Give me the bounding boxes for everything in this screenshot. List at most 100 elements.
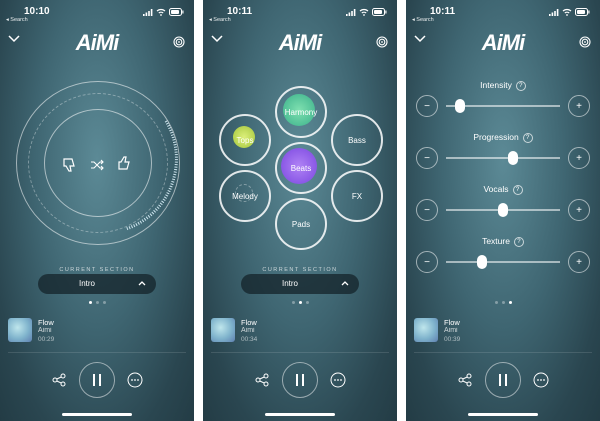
decrease-button[interactable]: −: [416, 147, 438, 169]
aimi-logo: AiMi: [75, 30, 119, 55]
page-dot[interactable]: [305, 301, 309, 304]
layer-label: Pads: [291, 219, 311, 229]
wifi-icon: [156, 8, 166, 16]
track-elapsed: 00:39: [444, 336, 461, 343]
section-selector[interactable]: Intro: [38, 274, 156, 294]
chevron-up-icon: [341, 281, 349, 286]
home-indicator: [62, 413, 132, 416]
help-icon[interactable]: ?: [522, 133, 533, 143]
status-bar: 10:10 ◂ Search: [0, 4, 194, 24]
increase-button[interactable]: +: [568, 199, 590, 221]
pause-button[interactable]: [282, 362, 318, 398]
section-selector[interactable]: Intro: [241, 274, 359, 294]
page-dot[interactable]: [298, 301, 302, 304]
more-icon[interactable]: [127, 372, 143, 388]
layer-label: Tops: [236, 135, 254, 145]
shuffle-icon[interactable]: [90, 159, 104, 171]
layer-node-fx[interactable]: FX: [331, 170, 383, 222]
thumbs-up-icon[interactable]: [116, 155, 132, 171]
help-icon[interactable]: ?: [513, 237, 524, 247]
status-time: 10:10: [24, 6, 50, 17]
page-dots: [406, 301, 600, 304]
help-icon[interactable]: ?: [512, 185, 523, 195]
page-dot[interactable]: [88, 301, 92, 304]
slider-thumb[interactable]: [477, 255, 488, 269]
slider-track[interactable]: [446, 157, 560, 159]
page-dot[interactable]: [291, 301, 295, 304]
album-art: [211, 318, 235, 342]
slider-thumb[interactable]: [454, 99, 465, 113]
layer-node-beats[interactable]: Beats: [275, 142, 327, 194]
layer-node-melody[interactable]: Melody: [219, 170, 271, 222]
slider-thumb[interactable]: [508, 151, 519, 165]
back-to-search-link[interactable]: ◂ Search: [209, 17, 231, 23]
decrease-button[interactable]: −: [416, 95, 438, 117]
decrease-button[interactable]: −: [416, 199, 438, 221]
divider: [211, 352, 389, 353]
control-label: Texture?: [406, 236, 600, 247]
control-row-vocals: Vocals? − +: [406, 184, 600, 224]
signal-icon: [346, 8, 356, 16]
pause-button[interactable]: [79, 362, 115, 398]
thumbs-down-icon[interactable]: [61, 157, 77, 173]
control-label: Intensity?: [406, 80, 600, 91]
layer-node-harmony[interactable]: Harmony: [275, 86, 327, 138]
control-label: Vocals?: [406, 184, 600, 195]
page-dot[interactable]: [508, 301, 512, 304]
page-dot[interactable]: [494, 301, 498, 304]
back-to-search-link[interactable]: ◂ Search: [412, 17, 434, 23]
increase-button[interactable]: +: [568, 251, 590, 273]
section-value: Intro: [281, 279, 298, 288]
track-artist: Aimi: [241, 327, 255, 334]
share-icon[interactable]: [255, 373, 269, 387]
aimi-logo: AiMi: [481, 30, 525, 55]
layer-node-bass[interactable]: Bass: [331, 114, 383, 166]
pause-button[interactable]: [485, 362, 521, 398]
broadcast-icon[interactable]: [579, 36, 591, 48]
signal-icon: [549, 8, 559, 16]
phone-screen-controls: 10:11 ◂ Search AiMi Intensity? − + Progress…: [406, 0, 600, 421]
page-dots: [0, 301, 194, 304]
broadcast-icon[interactable]: [376, 36, 388, 48]
share-icon[interactable]: [52, 373, 66, 387]
album-art: [8, 318, 32, 342]
decrease-button[interactable]: −: [416, 251, 438, 273]
more-icon[interactable]: [533, 372, 549, 388]
phone-screen-layers: 10:11 ◂ Search AiMi Harmony Tops Bass Be…: [203, 0, 397, 421]
slider-track[interactable]: [446, 261, 560, 263]
layer-node-pads[interactable]: Pads: [275, 198, 327, 250]
increase-button[interactable]: +: [568, 147, 590, 169]
broadcast-icon[interactable]: [173, 36, 185, 48]
battery-icon: [575, 8, 590, 16]
signal-icon: [143, 8, 153, 16]
page-dot[interactable]: [501, 301, 505, 304]
increase-button[interactable]: +: [568, 95, 590, 117]
pause-icon: [296, 374, 304, 386]
status-icons: [143, 8, 184, 16]
slider-thumb[interactable]: [498, 203, 508, 217]
layer-label: Bass: [348, 135, 366, 145]
track-title: Flow: [38, 318, 54, 327]
divider: [8, 352, 186, 353]
page-dot[interactable]: [102, 301, 106, 304]
more-icon[interactable]: [330, 372, 346, 388]
help-icon[interactable]: ?: [515, 81, 526, 91]
battery-icon: [169, 8, 184, 16]
control-row-progression: Progression? − +: [406, 132, 600, 172]
chevron-up-icon: [138, 281, 146, 286]
control-label-text: Vocals: [483, 184, 509, 194]
current-section-label: CURRENT SECTION: [59, 267, 135, 273]
track-artist: Aimi: [444, 327, 458, 334]
track-artist: Aimi: [38, 327, 52, 334]
track-elapsed: 00:29: [38, 336, 55, 343]
wifi-icon: [359, 8, 369, 16]
wifi-icon: [562, 8, 572, 16]
control-label: Progression?: [406, 132, 600, 143]
back-to-search-link[interactable]: ◂ Search: [6, 17, 28, 23]
page-dot[interactable]: [95, 301, 99, 304]
control-row-texture: Texture? − +: [406, 236, 600, 276]
share-icon[interactable]: [458, 373, 472, 387]
layer-node-tops[interactable]: Tops: [219, 114, 271, 166]
status-time: 10:11: [430, 6, 456, 17]
divider: [414, 352, 592, 353]
